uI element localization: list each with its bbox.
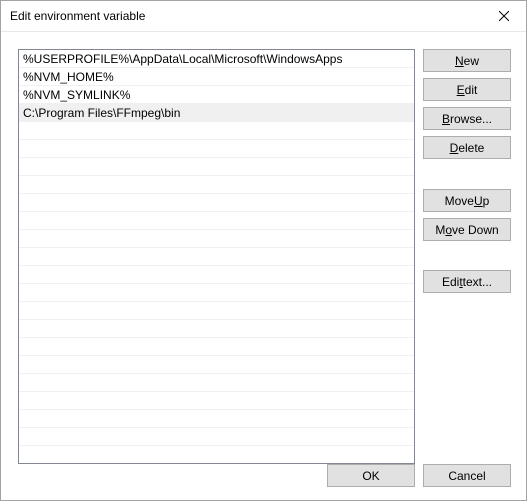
close-button[interactable] [481,1,526,31]
edit-button[interactable]: Edit [423,78,511,101]
ok-button[interactable]: OK [327,464,415,487]
list-item[interactable] [19,248,414,266]
move-up-button[interactable]: Move Up [423,189,511,212]
list-item[interactable] [19,284,414,302]
browse-button[interactable]: Browse... [423,107,511,130]
close-icon [499,11,509,21]
list-item[interactable] [19,122,414,140]
delete-button[interactable]: Delete [423,136,511,159]
side-button-column: New Edit Browse... Delete Move Up Move D… [423,49,511,464]
list-item[interactable]: %NVM_SYMLINK% [19,86,414,104]
list-item[interactable] [19,266,414,284]
new-button[interactable]: New [423,49,511,72]
content-area: %USERPROFILE%\AppData\Local\Microsoft\Wi… [1,32,526,464]
list-item[interactable] [19,356,414,374]
list-item[interactable] [19,140,414,158]
list-item[interactable] [19,212,414,230]
list-item[interactable] [19,410,414,428]
list-item[interactable] [19,338,414,356]
edit-text-button[interactable]: Edit text... [423,270,511,293]
list-item[interactable]: C:\Program Files\FFmpeg\bin [19,104,414,122]
list-item[interactable] [19,158,414,176]
list-item[interactable] [19,320,414,338]
list-item[interactable]: %NVM_HOME% [19,68,414,86]
path-listbox[interactable]: %USERPROFILE%\AppData\Local\Microsoft\Wi… [18,49,415,464]
list-item[interactable] [19,230,414,248]
list-item[interactable] [19,392,414,410]
move-down-button[interactable]: Move Down [423,218,511,241]
list-item[interactable] [19,428,414,446]
bottom-button-row: OK Cancel [1,464,526,500]
window-title: Edit environment variable [10,9,481,23]
cancel-button[interactable]: Cancel [423,464,511,487]
dialog-window: Edit environment variable %USERPROFILE%\… [0,0,527,501]
list-item[interactable]: %USERPROFILE%\AppData\Local\Microsoft\Wi… [19,50,414,68]
list-item[interactable] [19,302,414,320]
list-item[interactable] [19,176,414,194]
list-item[interactable] [19,194,414,212]
list-item[interactable] [19,374,414,392]
list-item[interactable] [19,446,414,464]
titlebar: Edit environment variable [1,1,526,32]
